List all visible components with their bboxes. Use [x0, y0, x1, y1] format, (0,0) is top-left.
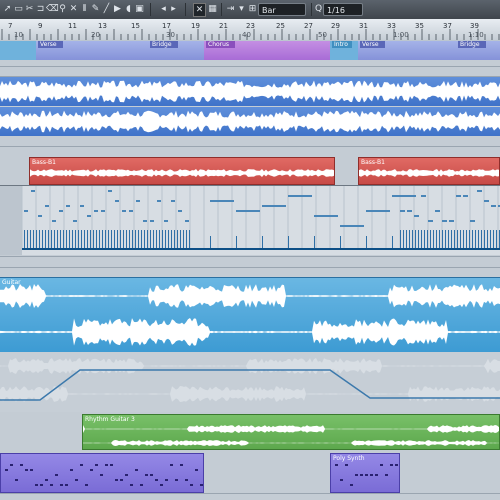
marker-label: Verse	[38, 41, 63, 48]
time-label: 1:00	[393, 31, 409, 39]
time-label: 50	[318, 31, 327, 39]
audio-clip-drums-2[interactable]	[0, 107, 500, 136]
time-label: 1:10	[468, 31, 484, 39]
clip-name: Bass-B1	[361, 159, 385, 166]
marker-label: Bridge	[458, 41, 486, 48]
snap-mode-icon[interactable]: ▾	[236, 3, 247, 15]
arranger-marker[interactable]: Bridge	[148, 41, 204, 60]
bar-number: 25	[276, 22, 285, 30]
grid-type-select[interactable]: Bar	[258, 3, 306, 16]
toolbar: ➚ ▭ ✂ ⊐ ⌫ ⚲ ✕ ⫴ ✎ ╱ ▶ ◖ ▣ ◂ ▸ ✕ ▦ ⇥ ▾ ⊞ …	[0, 0, 500, 20]
line-icon[interactable]: ╱	[101, 3, 112, 15]
track-divider	[0, 256, 500, 257]
auto-scroll-toggle[interactable]: ✕	[193, 3, 206, 17]
time-label: 30	[166, 31, 175, 39]
arranger-track: Verse Bridge Chorus Intro Verse Bridge	[0, 40, 500, 60]
marker-label: Intro	[332, 41, 352, 48]
automation-lane[interactable]	[0, 352, 500, 412]
bar-number: 23	[246, 22, 255, 30]
empty-track-lane	[0, 60, 500, 77]
mute-icon[interactable]: ✕	[68, 3, 79, 15]
range-select-icon[interactable]: ▭	[13, 3, 24, 15]
midi-note-grid	[0, 186, 500, 256]
bar-number: 21	[219, 22, 228, 30]
object-select-icon[interactable]: ➚	[2, 3, 13, 15]
automation-curve	[0, 358, 500, 402]
marker-label: Verse	[360, 41, 385, 48]
midi-notes	[335, 464, 398, 486]
toolbar-divider	[311, 3, 312, 16]
track-divider	[0, 146, 500, 147]
timeline-ruler[interactable]: 7 9 11 13 15 17 19 21 23 25 27 29 31 33 …	[0, 19, 500, 41]
arranger-marker[interactable]: Chorus	[204, 41, 330, 60]
track-divider	[0, 66, 500, 67]
comp-icon[interactable]: ⫴	[79, 3, 90, 15]
time-label: 20	[91, 31, 100, 39]
listen-icon[interactable]: ◖	[123, 3, 134, 15]
snap-grid-icon[interactable]: ▦	[207, 3, 218, 15]
audio-clip-drums-1[interactable]	[0, 77, 500, 106]
bar-number: 13	[98, 22, 107, 30]
toolbar-divider	[185, 3, 186, 16]
bar-number: 19	[191, 22, 200, 30]
marker-label: Chorus	[206, 41, 236, 48]
arranger-marker[interactable]	[0, 41, 36, 60]
bar-number: 7	[8, 22, 13, 30]
bar-number: 17	[162, 22, 171, 30]
bar-number: 39	[470, 22, 479, 30]
toolbar-divider	[221, 3, 222, 16]
glue-icon[interactable]: ⊐	[35, 3, 46, 15]
bar-number: 11	[68, 22, 77, 30]
arranger-marker[interactable]: Verse	[358, 41, 456, 60]
grid-icon[interactable]: ⊞	[247, 3, 258, 15]
midi-clip-synth-1[interactable]	[0, 453, 204, 493]
zoom-icon[interactable]: ⚲	[57, 3, 68, 15]
nudge-right-icon[interactable]: ▸	[168, 3, 179, 15]
midi-clip-synth-2[interactable]: Poly Synth	[330, 453, 400, 493]
midi-editor-lane[interactable]	[0, 185, 500, 256]
bar-number: 27	[304, 22, 313, 30]
play-icon[interactable]: ▶	[112, 3, 123, 15]
track-divider	[0, 493, 500, 494]
waveform	[0, 284, 500, 346]
bar-number: 31	[359, 22, 368, 30]
color-icon[interactable]: ▣	[134, 3, 145, 15]
time-label: 40	[242, 31, 251, 39]
audio-clip-bass-1[interactable]: Bass-B1	[29, 157, 335, 185]
waveform	[359, 169, 499, 177]
marker-label: Bridge	[150, 41, 178, 48]
arranger-marker[interactable]: Verse	[36, 41, 148, 60]
clip-name: Bass-B1	[32, 159, 56, 166]
snap-type-icon[interactable]: ⇥	[225, 3, 236, 15]
arranger-marker[interactable]: Intro	[330, 41, 358, 60]
split-icon[interactable]: ✂	[24, 3, 35, 15]
empty-track-lane	[0, 255, 500, 277]
track-divider	[0, 267, 500, 268]
draw-icon[interactable]: ✎	[90, 3, 101, 15]
audio-clip-rhythm-guitar[interactable]: Rhythm Guitar 3	[82, 414, 500, 450]
erase-icon[interactable]: ⌫	[46, 3, 59, 15]
audio-clip-guitar[interactable]: Guitar	[0, 277, 500, 352]
bar-number: 9	[38, 22, 43, 30]
toolbar-divider	[150, 3, 151, 16]
midi-notes	[5, 464, 203, 486]
bar-number: 29	[331, 22, 340, 30]
bar-number: 37	[443, 22, 452, 30]
bar-number: 35	[415, 22, 424, 30]
arranger-marker[interactable]: Bridge	[456, 41, 500, 60]
waveform	[0, 110, 500, 133]
bar-number: 33	[387, 22, 396, 30]
waveform	[83, 425, 499, 446]
waveform	[30, 169, 334, 177]
bar-number: 15	[131, 22, 140, 30]
audio-clip-bass-2[interactable]: Bass-B1	[358, 157, 500, 185]
time-label: 10	[14, 31, 23, 39]
waveform	[0, 80, 500, 103]
quantize-select[interactable]: 1/16	[323, 3, 363, 16]
